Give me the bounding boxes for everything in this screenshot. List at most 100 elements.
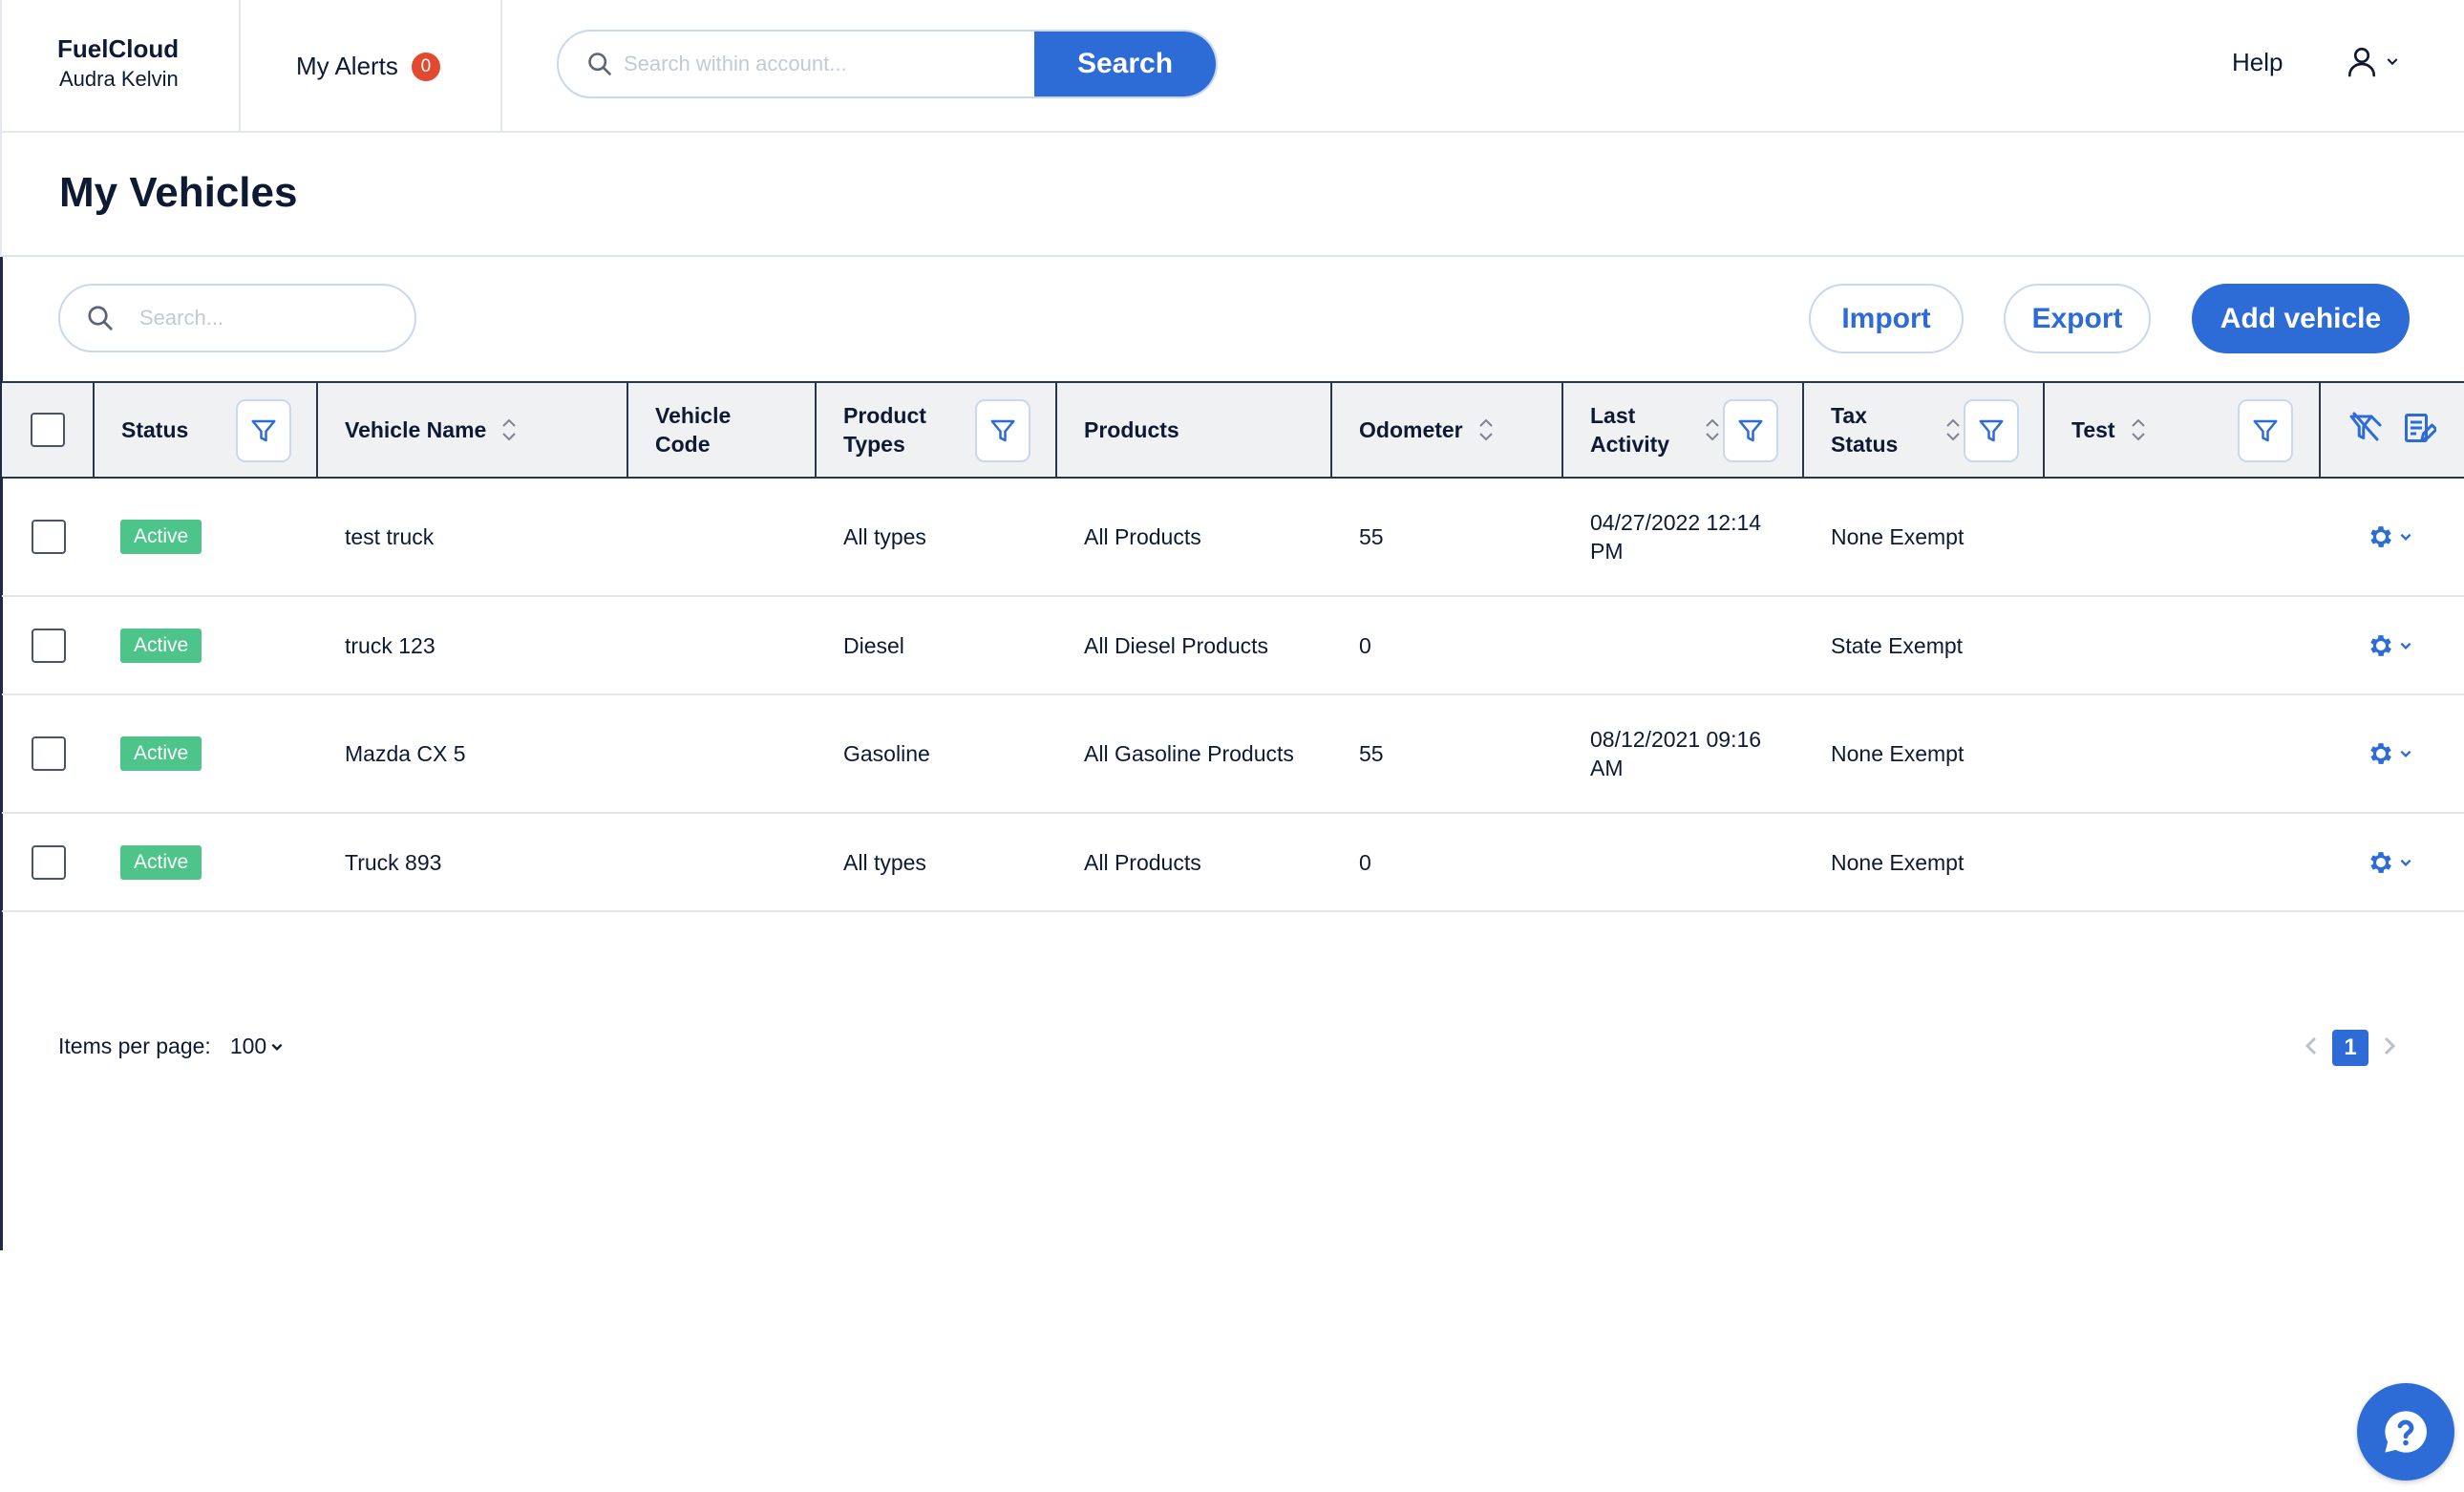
row-actions-menu[interactable] — [2367, 695, 2412, 812]
alerts-count-badge: 0 — [411, 52, 440, 81]
last-activity-cell: 04/27/2022 12:14 PM — [1590, 510, 1762, 564]
last-activity-filter-button[interactable] — [1723, 399, 1778, 462]
chevron-down-icon — [2400, 642, 2411, 650]
column-odometer[interactable]: Odometer — [1332, 383, 1563, 477]
add-vehicle-button[interactable]: Add vehicle — [2192, 284, 2410, 353]
sort-icon[interactable] — [1478, 417, 1494, 442]
column-vehicle-code: Vehicle Code — [628, 383, 817, 477]
my-alerts-link[interactable]: My Alerts 0 — [241, 0, 502, 133]
chevron-down-icon — [2400, 859, 2411, 866]
odometer-cell: 55 — [1359, 741, 1384, 766]
column-status: Status — [95, 383, 318, 477]
column-product-types-label: Product Types — [843, 403, 926, 457]
status-badge: Active — [120, 628, 202, 663]
product-types-filter-button[interactable] — [975, 399, 1030, 462]
vehicle-name-cell: Truck 893 — [345, 849, 442, 875]
page-number-current[interactable]: 1 — [2332, 1030, 2368, 1066]
tax-status-cell: State Exempt — [1831, 632, 1964, 658]
column-odometer-label: Odometer — [1359, 417, 1463, 442]
test-filter-button[interactable] — [2238, 399, 2293, 462]
row-checkbox[interactable] — [31, 844, 66, 880]
table-row[interactable]: Active test truck All types All Products… — [2, 479, 2464, 597]
pagination: 1 — [2304, 1030, 2397, 1066]
help-chat-icon — [2385, 1411, 2427, 1453]
column-last-activity-label: Last Activity — [1590, 403, 1670, 457]
tax-status-cell: None Exempt — [1831, 524, 1965, 549]
products-cell: All Products — [1084, 524, 1201, 549]
help-chat-button[interactable] — [2357, 1383, 2454, 1481]
filter-icon — [1979, 419, 2004, 442]
vehicle-name-cell: truck 123 — [345, 632, 435, 658]
column-tax-status[interactable]: Tax Status — [1804, 383, 2045, 477]
status-badge: Active — [120, 844, 202, 880]
column-tax-status-label: Tax Status — [1831, 403, 1899, 457]
table-row[interactable]: Active Mazda CX 5 Gasoline All Gasoline … — [2, 695, 2464, 814]
row-checkbox[interactable] — [31, 628, 66, 663]
products-cell: All Gasoline Products — [1084, 741, 1294, 766]
vehicle-search-input[interactable] — [139, 306, 414, 330]
vehicle-search — [58, 284, 416, 352]
vehicle-name-cell: test truck — [345, 524, 435, 549]
filter-icon — [251, 419, 276, 442]
user-menu[interactable] — [2345, 44, 2400, 83]
gear-icon — [2370, 851, 2391, 873]
select-all-cell — [2, 383, 95, 477]
page-title: My Vehicles — [59, 169, 298, 216]
tax-status-cell: None Exempt — [1831, 741, 1965, 766]
column-status-label: Status — [121, 417, 189, 442]
chevron-down-icon — [2400, 533, 2411, 541]
odometer-cell: 0 — [1359, 849, 1371, 875]
global-search-button[interactable]: Search — [1034, 32, 1216, 96]
column-last-activity[interactable]: Last Activity — [1563, 383, 1804, 477]
sort-icon[interactable] — [2131, 417, 2146, 442]
sort-icon[interactable] — [1945, 417, 1961, 442]
column-product-types: Product Types — [817, 383, 1057, 477]
search-icon — [559, 32, 624, 96]
help-link[interactable]: Help — [2232, 48, 2283, 77]
row-actions-menu[interactable] — [2367, 814, 2412, 910]
table-row[interactable]: Active truck 123 Diesel All Diesel Produ… — [2, 597, 2464, 695]
items-per-page-value: 100 — [229, 1034, 267, 1058]
clear-filters-icon[interactable] — [2348, 411, 2383, 450]
product-types-cell: All types — [843, 524, 926, 549]
chevron-down-icon — [2385, 53, 2400, 74]
status-cell: Active — [120, 479, 202, 595]
sort-icon[interactable] — [1705, 417, 1720, 442]
row-checkbox[interactable] — [31, 520, 66, 554]
row-actions-menu[interactable] — [2367, 597, 2412, 693]
status-badge: Active — [120, 520, 202, 554]
filter-icon — [990, 419, 1015, 442]
table-header: Status Vehicle Name Vehicle Code Product… — [2, 381, 2464, 479]
row-checkbox[interactable] — [31, 736, 66, 771]
tax-status-filter-button[interactable] — [1964, 399, 2019, 462]
products-cell: All Diesel Products — [1084, 632, 1269, 658]
gear-icon — [2370, 634, 2391, 656]
row-select-cell — [2, 814, 95, 910]
column-products: Products — [1057, 383, 1332, 477]
column-test[interactable]: Test — [2045, 383, 2321, 477]
column-vehicle-name[interactable]: Vehicle Name — [318, 383, 628, 477]
status-cell: Active — [120, 695, 202, 812]
column-settings-icon[interactable] — [2402, 411, 2438, 450]
select-all-checkbox[interactable] — [30, 413, 65, 447]
account-switcher[interactable]: FuelCloud Audra Kelvin — [0, 0, 241, 133]
status-filter-button[interactable] — [236, 399, 291, 462]
product-types-cell: Diesel — [843, 632, 904, 658]
chevron-down-icon — [2400, 750, 2411, 757]
vehicle-name-cell: Mazda CX 5 — [345, 741, 466, 766]
row-actions-menu[interactable] — [2367, 479, 2412, 595]
export-button[interactable]: Export — [2004, 284, 2151, 353]
brand-name: FuelCloud — [57, 34, 180, 63]
status-badge: Active — [120, 736, 202, 771]
prev-page-icon[interactable] — [2304, 1034, 2319, 1062]
filter-icon — [2253, 419, 2278, 442]
tax-status-cell: None Exempt — [1831, 849, 1965, 875]
sort-icon[interactable] — [501, 417, 517, 442]
next-page-icon[interactable] — [2382, 1034, 2397, 1062]
global-search-input[interactable] — [624, 32, 1034, 96]
items-per-page-select[interactable]: 100 — [230, 1034, 284, 1059]
import-button[interactable]: Import — [1809, 284, 1964, 353]
row-select-cell — [2, 597, 95, 693]
table-row[interactable]: Active Truck 893 All types All Products … — [2, 814, 2464, 912]
column-vehicle-name-label: Vehicle Name — [345, 417, 487, 442]
